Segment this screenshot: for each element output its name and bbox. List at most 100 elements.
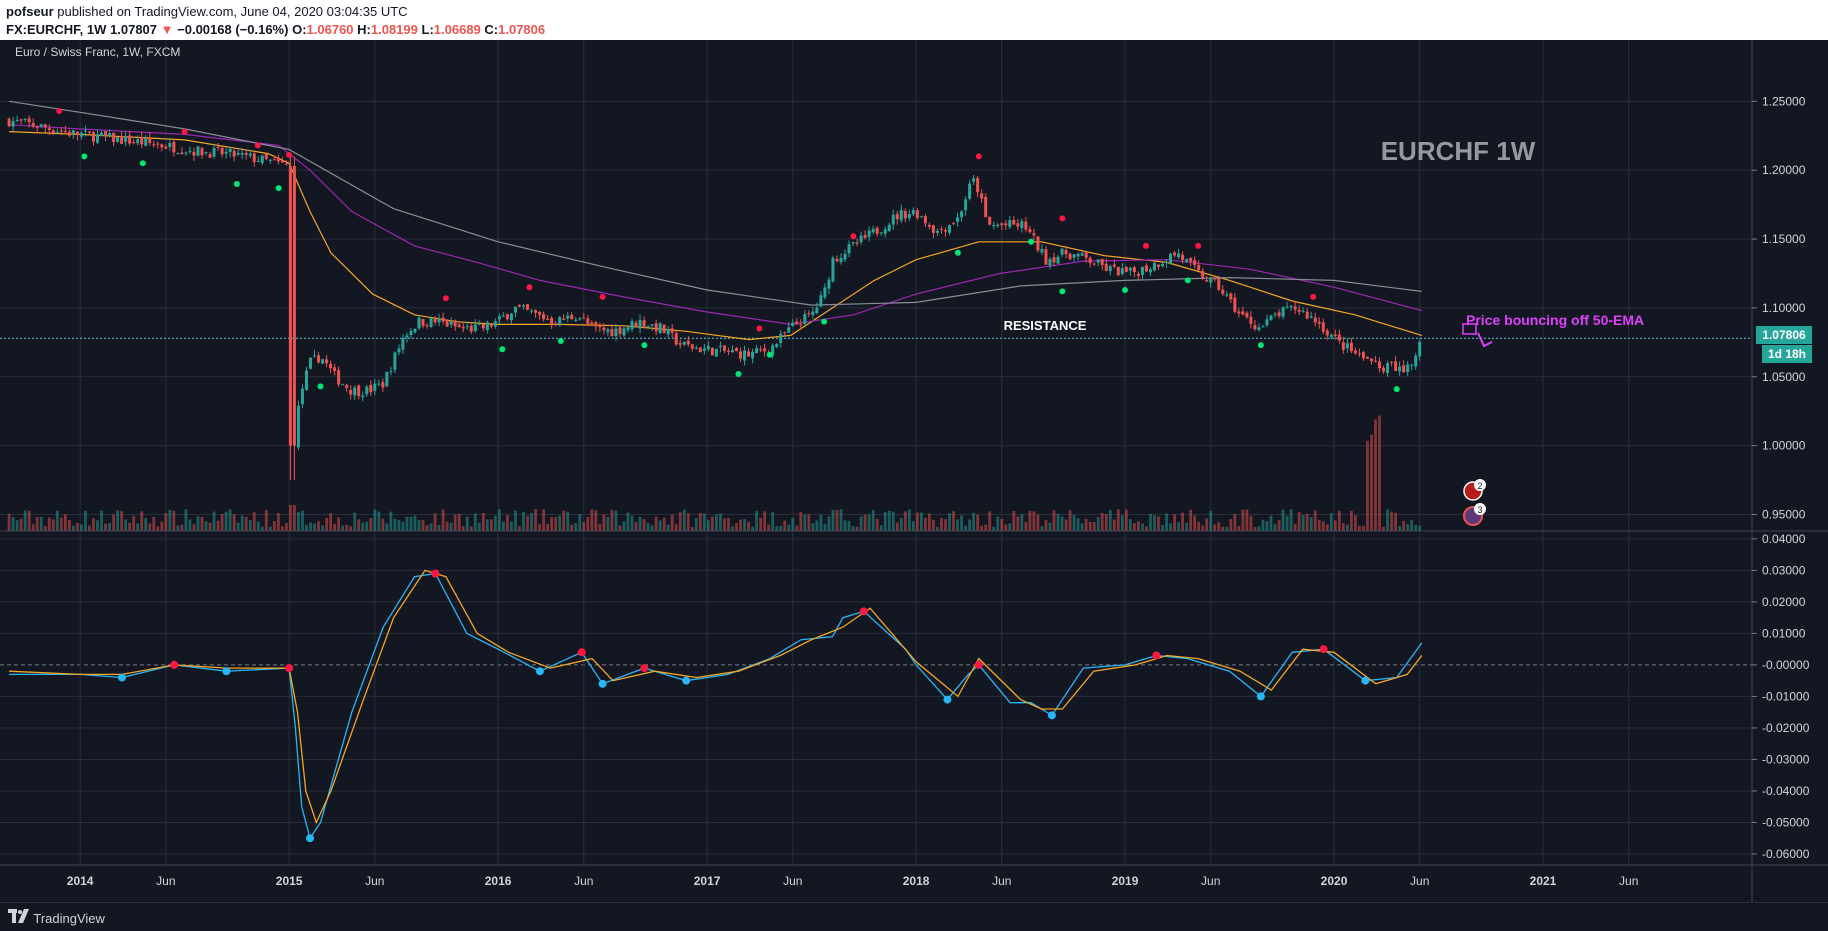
volume-bar [204,521,208,531]
candle-body [385,371,389,387]
candle-body [425,325,429,327]
volume-bar [1016,516,1020,531]
indicator-tick-label: -0.04000 [1762,784,1810,798]
candle-body [1253,325,1257,330]
volume-bar [1261,519,1265,531]
candle-body [176,152,180,154]
signal-dot [1393,386,1400,393]
indicator-peak-dot [859,607,868,616]
candle-body [1213,278,1217,280]
candle-body [1225,294,1229,296]
volume-bar [357,519,361,531]
volume-bar [739,519,742,531]
candle-body [236,153,240,155]
volume-bar [522,511,525,531]
candle-body [1124,267,1128,272]
volume-bar [702,513,706,531]
volume-bar [715,514,718,531]
author-name[interactable]: pofseur [6,4,54,19]
volume-bar [751,526,754,531]
volume-bar [952,511,955,531]
candle-body [268,159,272,161]
volume-bar [598,523,602,531]
candle-body [795,321,799,324]
volume-bar [228,509,232,531]
volume-bar [542,509,546,531]
volume-bar [642,519,646,531]
volume-bar [1068,510,1072,531]
volume-bar [437,524,441,531]
candle-body [437,318,441,323]
price-candles [7,107,1422,481]
candle-body [1048,259,1052,266]
candle-body [630,321,634,330]
candle-body [670,328,674,333]
volume-bar [1028,510,1032,531]
candle-body [27,118,31,123]
time-tick-label: Jun [1619,874,1638,888]
candle-body [859,235,863,243]
volume-bar [654,516,658,531]
volume-bar [1249,515,1253,531]
candle-body [980,193,984,199]
volume-bar [514,510,517,531]
volume-bar [530,513,533,531]
volume-bar [1197,521,1201,531]
price-badge-text: 1.07806 [1762,328,1806,342]
candle-body [1249,316,1253,324]
candle-body [1321,322,1325,332]
volume-bars [7,415,1422,531]
volume-bar [799,512,803,531]
chart-area[interactable]: 1.25000 1.20000 1.15000 1.10000 1.05000 1.000… [0,40,1828,902]
volume-bar [1177,522,1180,531]
volume-bar [984,524,988,531]
volume-bar [1128,519,1132,531]
candle-body [895,213,899,220]
volume-bar [1374,419,1377,531]
candle-body [31,122,35,127]
volume-bar [59,517,63,531]
candle-body [260,155,264,164]
candle-body [497,316,501,320]
candle-body [714,348,718,357]
candle-body [309,357,313,369]
volume-bar [610,509,614,531]
candle-body [964,199,968,211]
volume-bar [1201,525,1205,531]
volume-bar [240,515,244,531]
candle-body [542,313,546,320]
volume-bar [1149,514,1152,531]
candle-body [534,310,538,313]
candle-body [429,317,433,328]
volume-bar [723,518,726,531]
volume-bar [944,519,947,531]
volume-bar [337,517,341,531]
volume-bar [112,514,115,531]
candle-body [610,329,614,337]
volume-bar [132,515,136,531]
volume-bar [1225,526,1229,531]
volume-bar [518,526,521,531]
volume-bar [385,523,389,531]
volume-bar [618,525,622,531]
volume-bar [727,517,730,531]
tradingview-logo[interactable]: TradingView [8,909,105,926]
candle-body [485,322,489,331]
volume-bar [502,521,505,531]
volume-bar [771,511,775,531]
volume-bar [847,520,851,531]
candle-body [124,136,128,142]
volume-bar [1217,522,1221,531]
candle-body [349,389,353,395]
signal-dot [442,295,449,302]
candle-body [1080,253,1084,256]
volume-bar [510,521,513,531]
indicator-trough-dot [1361,676,1370,685]
volume-bar [1153,515,1156,531]
chart-svg[interactable]: 1.25000 1.20000 1.15000 1.10000 1.05000 1.000… [0,40,1828,902]
volume-bar [1008,523,1012,531]
candle-body [634,322,638,328]
volume-bar [1145,526,1148,531]
event-count-2: 2 [1477,481,1482,491]
volume-bar [156,526,160,531]
